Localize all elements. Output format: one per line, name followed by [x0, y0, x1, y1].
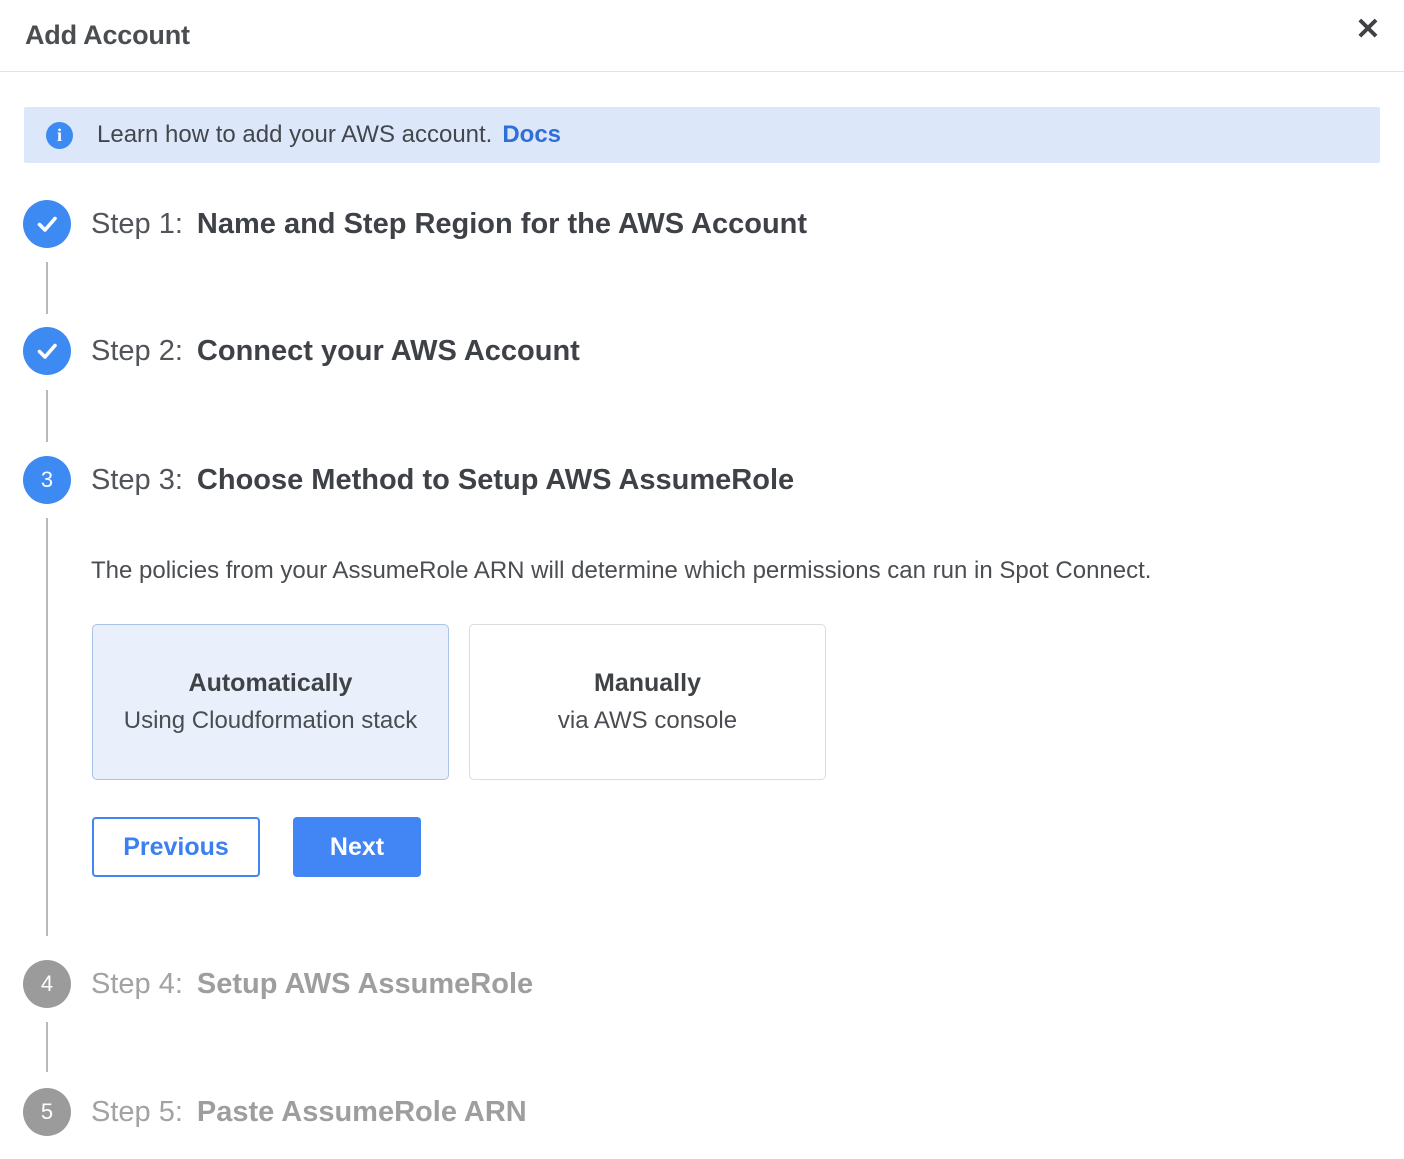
step-3-active-indicator: 3 [23, 456, 71, 504]
method-card-subtitle: Using Cloudformation stack [124, 707, 417, 735]
step-4-title: Setup AWS AssumeRole [197, 968, 533, 1000]
step-2-completed-indicator [23, 327, 71, 375]
modal-header: Add Account ✕ [0, 0, 1404, 72]
step-4-pending-indicator: 4 [23, 960, 71, 1008]
next-button[interactable]: Next [293, 817, 421, 877]
step-connector [46, 262, 48, 314]
step-3-title: Choose Method to Setup AWS AssumeRole [197, 464, 794, 496]
previous-button[interactable]: Previous [92, 817, 260, 877]
step-1-title: Name and Step Region for the AWS Account [197, 208, 807, 240]
method-card-subtitle: via AWS console [558, 707, 737, 735]
step-row-3: 3 Step 3: Choose Method to Setup AWS Assu… [23, 456, 794, 504]
check-icon [34, 211, 60, 237]
info-banner: i Learn how to add your AWS account. Doc… [24, 107, 1380, 163]
step-2-title: Connect your AWS Account [197, 335, 580, 367]
method-card-title: Automatically [189, 669, 353, 698]
add-account-modal: Add Account ✕ i Learn how to add your AW… [0, 0, 1404, 1159]
step-2-label: Step 2: [91, 335, 183, 367]
step-row-2: Step 2: Connect your AWS Account [23, 327, 580, 375]
method-card-title: Manually [594, 669, 701, 698]
docs-link[interactable]: Docs [502, 121, 561, 149]
step-row-1: Step 1: Name and Step Region for the AWS … [23, 200, 807, 248]
step-connector [46, 390, 48, 442]
step-connector [46, 518, 48, 936]
step-connector [46, 1022, 48, 1072]
wizard-buttons: Previous Next [92, 817, 421, 877]
step-3-number: 3 [41, 467, 53, 493]
step-3-label: Step 3: [91, 464, 183, 496]
close-button[interactable]: ✕ [1346, 8, 1390, 52]
modal-title: Add Account [25, 20, 190, 51]
close-icon: ✕ [1355, 15, 1380, 45]
step-4-number: 4 [41, 971, 53, 997]
step-1-completed-indicator [23, 200, 71, 248]
step-5-label: Step 5: [91, 1096, 183, 1128]
method-card[interactable]: Automatically Using Cloudformation stack [92, 624, 449, 780]
step-row-4: 4 Step 4: Setup AWS AssumeRole [23, 960, 533, 1008]
step-3-description: The policies from your AssumeRole ARN wi… [91, 557, 1151, 585]
check-icon [34, 338, 60, 364]
step-1-label: Step 1: [91, 208, 183, 240]
info-icon: i [46, 122, 73, 149]
banner-text: Learn how to add your AWS account. [97, 121, 492, 149]
method-card[interactable]: Manually via AWS console [469, 624, 826, 780]
step-4-label: Step 4: [91, 968, 183, 1000]
step-5-pending-indicator: 5 [23, 1088, 71, 1136]
step-5-number: 5 [41, 1099, 53, 1125]
step-row-5: 5 Step 5: Paste AssumeRole ARN [23, 1088, 527, 1136]
step-5-title: Paste AssumeRole ARN [197, 1096, 527, 1128]
